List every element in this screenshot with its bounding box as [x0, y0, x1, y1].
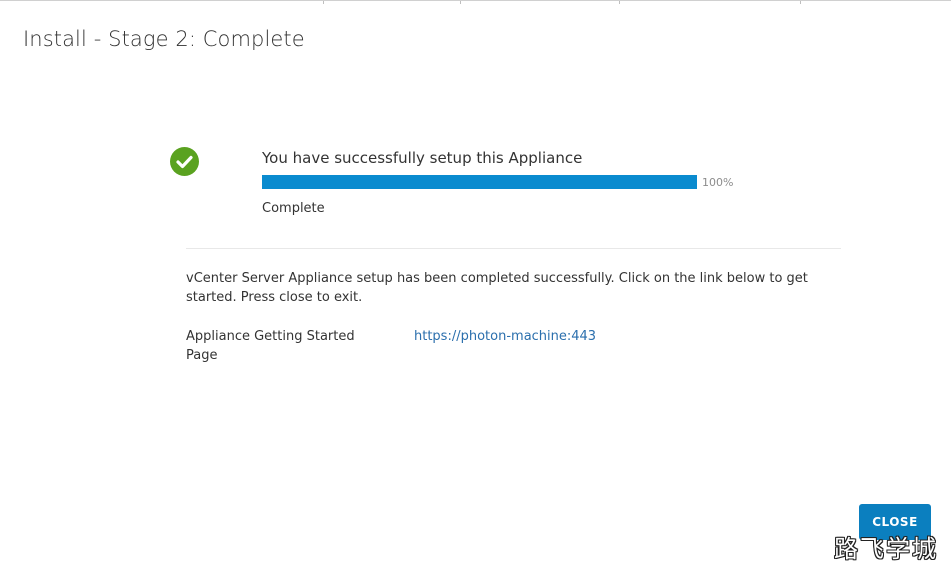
getting-started-link[interactable]: https://photon-machine:443	[414, 327, 596, 346]
progress-bar-fill	[262, 175, 697, 189]
installer-window: Install - Stage 2: Complete You have suc…	[0, 0, 951, 563]
status-headline: You have successfully setup this Applian…	[262, 149, 583, 167]
getting-started-label: Appliance Getting Started Page	[186, 329, 355, 363]
check-circle-icon	[170, 147, 199, 176]
watermark: 路飞学城	[834, 535, 938, 563]
status-text: Complete	[262, 201, 325, 216]
divider	[186, 248, 841, 249]
window-top-edge	[0, 1, 951, 4]
progress-bar	[262, 175, 697, 189]
page-title: Install - Stage 2: Complete	[23, 27, 305, 51]
completion-message: vCenter Server Appliance setup has been …	[186, 271, 808, 305]
progress-percent: 100%	[702, 176, 734, 189]
